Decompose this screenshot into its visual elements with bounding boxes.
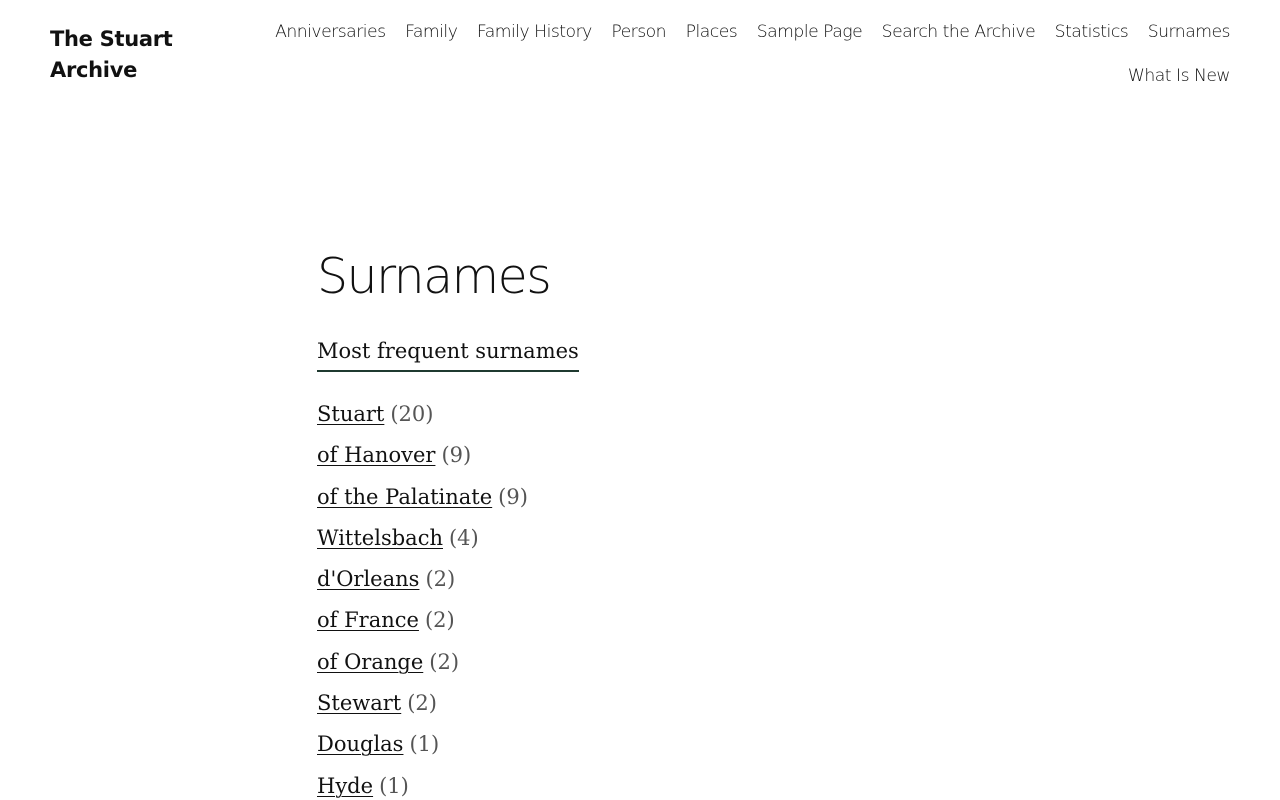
surname-link[interactable]: of the Palatinate [317, 485, 492, 509]
surname-link[interactable]: Douglas [317, 732, 403, 756]
surname-count: (1) [409, 732, 440, 757]
surname-link[interactable]: Stewart [317, 691, 401, 715]
list-item: Douglas (1) [317, 730, 1017, 771]
list-item: of the Palatinate (9) [317, 483, 1017, 524]
surname-link[interactable]: of Hanover [317, 443, 435, 467]
nav-link-family-history[interactable]: Family History [477, 21, 592, 43]
list-item: Stuart (20) [317, 400, 1017, 441]
list-item: of Orange (2) [317, 648, 1017, 689]
main-content: Surnames Most frequent surnames Stuart (2… [317, 245, 1017, 800]
surname-link[interactable]: Stuart [317, 402, 384, 426]
nav-row-primary: Anniversaries Family Family History Pers… [275, 21, 1230, 43]
surname-link[interactable]: of France [317, 608, 419, 632]
surname-count: (2) [424, 608, 455, 633]
surname-link[interactable]: Wittelsbach [317, 526, 443, 550]
block-heading-most-frequent-surnames: Most frequent surnames [317, 337, 579, 372]
surname-count: (4) [448, 525, 479, 550]
list-item: of France (2) [317, 606, 1017, 647]
surname-list: Stuart (20) of Hanover (9) of the Palatina… [317, 400, 1017, 800]
list-item: of Hanover (9) [317, 441, 1017, 482]
list-item: Stewart (2) [317, 689, 1017, 730]
surname-link[interactable]: Hyde [317, 774, 373, 798]
page-title: Surnames [317, 248, 552, 305]
nav-link-statistics[interactable]: Statistics [1055, 21, 1129, 43]
site-title-link[interactable]: The Stuart Archive [50, 24, 200, 86]
list-item: Wittelsbach (4) [317, 524, 1017, 565]
nav-link-family[interactable]: Family [405, 21, 458, 43]
surname-count: (2) [429, 649, 460, 674]
nav-link-anniversaries[interactable]: Anniversaries [275, 21, 386, 43]
surname-link[interactable]: of Orange [317, 650, 423, 674]
list-item: d'Orleans (2) [317, 565, 1017, 606]
nav-link-person[interactable]: Person [611, 21, 666, 43]
list-item: Hyde (1) [317, 772, 1017, 800]
nav-link-sample-page[interactable]: Sample Page [757, 21, 863, 43]
nav-link-search-the-archive[interactable]: Search the Archive [882, 21, 1036, 43]
surname-link[interactable]: d'Orleans [317, 567, 419, 591]
surname-count: (9) [441, 443, 472, 468]
surname-count: (9) [498, 484, 528, 509]
surname-count: (20) [390, 402, 434, 426]
surname-count: (1) [379, 773, 409, 798]
nav-link-places[interactable]: Places [686, 21, 738, 43]
surname-count: (2) [425, 567, 456, 592]
nav-link-surnames[interactable]: Surnames [1148, 21, 1231, 43]
surname-count: (2) [407, 691, 437, 716]
nav-row-secondary: What Is New [1128, 65, 1231, 87]
nav-link-what-is-new[interactable]: What Is New [1128, 65, 1231, 87]
